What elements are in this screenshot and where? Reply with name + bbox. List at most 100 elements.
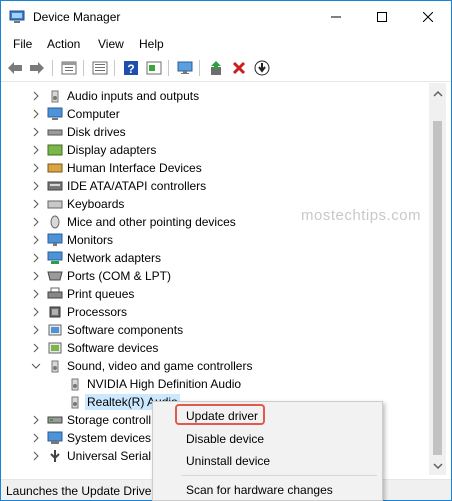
- toolbar-separator: [52, 60, 53, 76]
- system-icon: [47, 431, 63, 444]
- computer-icon: [47, 107, 63, 120]
- forward-arrow-icon: [30, 62, 44, 74]
- chevron-right-icon[interactable]: [31, 180, 41, 192]
- tree-item-label: Monitors: [67, 233, 114, 247]
- mouse-icon: [50, 215, 60, 229]
- chevron-right-icon[interactable]: [31, 252, 41, 264]
- watermark-text: mostechtips.com: [301, 207, 422, 224]
- printer-icon: [47, 287, 63, 299]
- toolbar-separator: [199, 60, 200, 76]
- chevron-right-icon[interactable]: [31, 342, 41, 354]
- processor-icon: [49, 306, 61, 318]
- chevron-up-icon: [432, 90, 443, 97]
- tree-item-label: Storage controll: [67, 413, 152, 427]
- device-manager-icon: [9, 10, 25, 23]
- software-component-icon: [48, 324, 62, 336]
- tree-item-display-adapters[interactable]: Display adapters: [1, 141, 429, 159]
- status-text: Launches the Update Driver: [6, 484, 156, 498]
- update-driver-icon: [211, 61, 221, 75]
- speaker-icon: [51, 360, 59, 373]
- chevron-right-icon[interactable]: [31, 108, 41, 120]
- tree-item-software-components[interactable]: Software components: [1, 321, 429, 339]
- console-button[interactable]: [145, 59, 163, 77]
- menu-separator: [181, 475, 377, 476]
- help-button[interactable]: ?: [122, 59, 140, 77]
- disable-device-menu-item[interactable]: Disable device: [186, 432, 264, 446]
- tree-item-label: Universal Serial E: [67, 449, 163, 463]
- keyboard-icon: [47, 200, 63, 209]
- chevron-right-icon[interactable]: [31, 324, 41, 336]
- back-arrow-icon: [8, 62, 22, 74]
- menu-file[interactable]: File: [13, 37, 32, 51]
- back-button[interactable]: [6, 59, 24, 77]
- tree-item-print-queues[interactable]: Print queues: [1, 285, 429, 303]
- tree-item-nvidia-audio[interactable]: NVIDIA High Definition Audio: [1, 375, 429, 393]
- chevron-right-icon[interactable]: [31, 162, 41, 174]
- chevron-right-icon[interactable]: [31, 450, 41, 462]
- toolbar-separator: [114, 60, 115, 76]
- chevron-right-icon[interactable]: [31, 270, 41, 282]
- tree-item-ports[interactable]: Ports (COM & LPT): [1, 267, 429, 285]
- tree-item-audio-inputs[interactable]: Audio inputs and outputs: [1, 87, 429, 105]
- console-icon: [146, 61, 162, 75]
- chevron-right-icon[interactable]: [31, 306, 41, 318]
- chevron-down-icon[interactable]: [31, 360, 41, 372]
- tree-item-software-devices[interactable]: Software devices: [1, 339, 429, 357]
- menu-view[interactable]: View: [98, 37, 124, 51]
- window-title: Device Manager: [33, 10, 121, 24]
- ide-icon: [47, 181, 63, 191]
- menu-help[interactable]: Help: [139, 37, 164, 51]
- download-button[interactable]: [253, 59, 271, 77]
- uninstall-device-menu-item[interactable]: Uninstall device: [186, 454, 270, 468]
- minimize-button[interactable]: [313, 1, 359, 33]
- display-adapter-icon: [47, 144, 63, 156]
- tree-item-label: Mice and other pointing devices: [67, 215, 236, 229]
- tree-item-label: Human Interface Devices: [67, 161, 202, 175]
- tree-item-label: Keyboards: [67, 197, 125, 211]
- tree-item-hid[interactable]: Human Interface Devices: [1, 159, 429, 177]
- chevron-right-icon[interactable]: [31, 90, 41, 102]
- hid-icon: [47, 163, 63, 173]
- port-icon: [47, 271, 63, 281]
- speaker-icon: [51, 90, 59, 103]
- tree-item-sound-video[interactable]: Sound, video and game controllers: [1, 357, 429, 375]
- chevron-right-icon[interactable]: [31, 414, 41, 426]
- tree-item-label: Software devices: [67, 341, 159, 355]
- chevron-right-icon[interactable]: [31, 432, 41, 444]
- monitor-icon: [47, 233, 63, 246]
- maximize-button[interactable]: [359, 1, 405, 33]
- properties-button[interactable]: [60, 59, 78, 77]
- menu-action[interactable]: Action: [47, 37, 80, 51]
- chevron-right-icon[interactable]: [31, 144, 41, 156]
- tree-item-disk-drives[interactable]: Disk drives: [1, 123, 429, 141]
- update-driver-button[interactable]: [207, 59, 225, 77]
- chevron-right-icon[interactable]: [31, 198, 41, 210]
- scroll-down-button[interactable]: [429, 457, 446, 474]
- forward-button[interactable]: [28, 59, 46, 77]
- tree-item-label: Disk drives: [67, 125, 126, 139]
- toolbar-separator: [168, 60, 169, 76]
- tree-item-processors[interactable]: Processors: [1, 303, 429, 321]
- chevron-right-icon[interactable]: [31, 234, 41, 246]
- list-button[interactable]: [91, 59, 109, 77]
- usb-icon: [50, 450, 60, 462]
- scroll-up-button[interactable]: [429, 85, 446, 102]
- disk-icon: [47, 129, 63, 136]
- tree-item-ide[interactable]: IDE ATA/ATAPI controllers: [1, 177, 429, 195]
- close-icon: [423, 12, 433, 22]
- uninstall-button[interactable]: [230, 59, 248, 77]
- update-driver-highlight: [175, 404, 265, 425]
- tree-item-network[interactable]: Network adapters: [1, 249, 429, 267]
- scroll-thumb[interactable]: [433, 121, 442, 455]
- close-button[interactable]: [405, 1, 451, 33]
- properties-icon: [61, 61, 77, 75]
- chevron-right-icon[interactable]: [31, 288, 41, 300]
- tree-item-monitors[interactable]: Monitors: [1, 231, 429, 249]
- scan-hardware-menu-item[interactable]: Scan for hardware changes: [186, 483, 333, 497]
- chevron-right-icon[interactable]: [31, 126, 41, 138]
- tree-item-computer[interactable]: Computer: [1, 105, 429, 123]
- tree-item-label: Processors: [67, 305, 128, 319]
- scan-button[interactable]: [176, 59, 194, 77]
- vertical-scrollbar[interactable]: [429, 83, 446, 475]
- chevron-right-icon[interactable]: [31, 216, 41, 228]
